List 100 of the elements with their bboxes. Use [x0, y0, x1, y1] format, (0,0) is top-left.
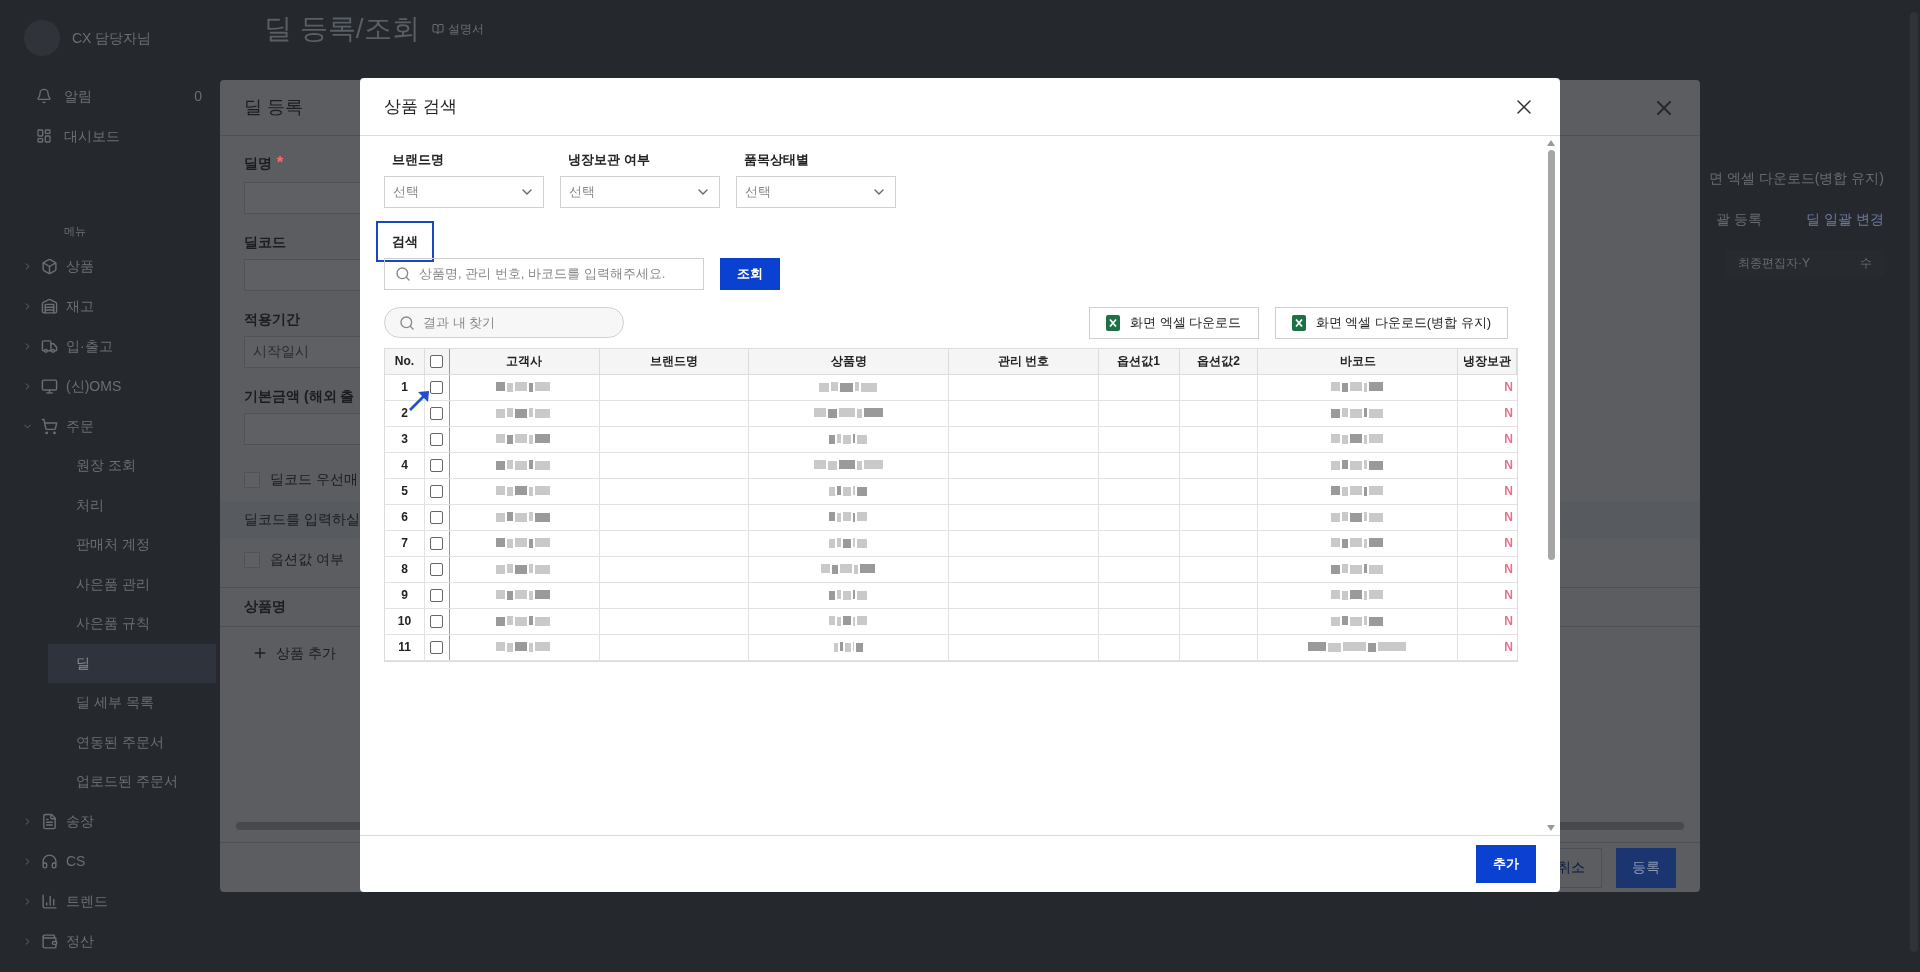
table-cell-text: N — [1504, 561, 1513, 578]
register-button[interactable]: 등록 — [1616, 847, 1676, 888]
column-header: No. — [394, 353, 415, 370]
redacted-text — [813, 459, 884, 471]
column-header: 최종편집자·Y — [1738, 255, 1810, 272]
redacted-text — [833, 641, 864, 653]
add-product-button[interactable]: 상품 추가 — [252, 642, 336, 664]
search-button[interactable]: 조회 — [720, 257, 780, 290]
bulk-change-button[interactable]: 딜 일괄 변경 — [1806, 209, 1884, 230]
menu-heading: 메뉴 — [63, 224, 87, 239]
redacted-text — [1330, 589, 1385, 601]
sidebar-subitem[interactable]: 처리 — [48, 485, 216, 525]
cart-icon — [41, 417, 58, 435]
excel-download-button[interactable]: 면 엑셀 다운로드(병합 유지) — [1709, 168, 1884, 189]
redacted-text — [1330, 615, 1385, 627]
excel-download-button[interactable]: 화면 엑셀 다운로드 — [1089, 306, 1259, 339]
row-checkbox[interactable] — [430, 380, 444, 394]
sidebar-item[interactable]: 알림 0 — [0, 76, 220, 116]
user-name: CX 담당자님 — [72, 28, 152, 48]
table-cell-text: N — [1504, 535, 1513, 552]
redacted-text — [1330, 563, 1385, 575]
wallet-icon — [41, 933, 58, 950]
redacted-text — [496, 615, 553, 627]
select-field[interactable]: 선택 — [384, 175, 544, 208]
sidebar-subitem[interactable]: 원장 조회 — [48, 446, 216, 486]
table-cell-text: N — [1504, 639, 1513, 656]
search-field[interactable]: 상품명, 관리 번호, 바코드를 입력해주세요. — [384, 257, 704, 290]
redacted-text — [828, 485, 869, 497]
add-button[interactable]: 추가 — [1476, 845, 1536, 883]
row-number: 6 — [401, 509, 408, 526]
row-checkbox[interactable] — [430, 432, 444, 446]
sidebar-item[interactable]: 송장 — [0, 801, 220, 842]
column-header: 수 — [1860, 255, 1872, 272]
row-number: 2 — [401, 405, 408, 422]
row-number: 7 — [401, 535, 408, 552]
page-title: 딜 등록/조회 — [264, 12, 420, 46]
checkbox-label: 옵션값 여부 — [270, 550, 344, 569]
sidebar-item[interactable]: 주문 — [0, 406, 220, 446]
bulk-register-button[interactable]: 괄 등록 — [1716, 209, 1763, 230]
monitor-icon — [41, 377, 58, 395]
manual-link[interactable]: 설명서 — [431, 20, 484, 38]
row-checkbox[interactable] — [430, 484, 444, 498]
sidebar-item[interactable]: 대시보드 — [0, 116, 220, 156]
row-number: 8 — [401, 561, 408, 578]
sidebar-item[interactable]: 재고 — [0, 286, 220, 326]
headset-icon — [41, 853, 58, 870]
row-checkbox[interactable] — [430, 640, 444, 654]
sidebar-subitem[interactable]: 연동된 주문서 — [48, 722, 216, 762]
table-cell-text: N — [1504, 379, 1513, 396]
select-all-checkbox[interactable] — [430, 354, 444, 368]
row-checkbox[interactable] — [430, 588, 444, 602]
sidebar-subitem[interactable]: 사은품 규칙 — [48, 604, 216, 644]
sidebar-item[interactable]: 상품 — [0, 246, 220, 286]
modal-title: 상품 검색 — [384, 95, 457, 118]
sidebar-subitem[interactable]: 판매처 계정 — [48, 525, 216, 565]
row-checkbox[interactable] — [430, 406, 444, 420]
sidebar-item[interactable]: (신)OMS — [0, 366, 220, 406]
row-checkbox[interactable] — [430, 536, 444, 550]
select-field[interactable]: 선택 — [736, 175, 896, 208]
column-header: 관리 번호 — [997, 353, 1050, 370]
redacted-text — [496, 459, 553, 471]
row-checkbox[interactable] — [430, 458, 444, 472]
column-header: 브랜드명 — [650, 353, 698, 370]
sidebar-item[interactable]: 트렌드 — [0, 881, 220, 922]
filter-label: 품목상태별 — [743, 151, 809, 169]
redacted-text — [496, 537, 553, 549]
warehouse-icon — [41, 297, 58, 315]
table-cell-text: N — [1504, 431, 1513, 448]
row-number: 11 — [398, 639, 411, 656]
excel-download-button[interactable]: 화면 엑셀 다운로드(병합 유지) — [1274, 306, 1508, 339]
field-label: 적용기간 — [244, 309, 300, 329]
column-header: 상품명 — [830, 353, 867, 370]
row-checkbox[interactable] — [430, 510, 444, 524]
redacted-text — [1330, 433, 1385, 445]
sidebar-subitem[interactable]: 딜 — [48, 643, 216, 683]
redacted-text — [820, 563, 877, 575]
sidebar-subitem[interactable]: 사은품 관리 — [48, 564, 216, 604]
sidebar-subitem[interactable]: 업로드된 주문서 — [48, 762, 216, 802]
sidebar-subitem[interactable]: 딜 세부 목록 — [48, 683, 216, 723]
row-number: 1 — [401, 379, 408, 396]
count: 0 — [194, 86, 202, 106]
row-checkbox[interactable] — [430, 614, 444, 628]
checkbox-label: 딜코드 우선매 — [270, 470, 358, 489]
redacted-text — [1330, 485, 1385, 497]
filter-label: 냉장보관 여부 — [567, 151, 650, 169]
sidebar-item[interactable]: 입·출고 — [0, 326, 220, 366]
arrow-icon — [409, 388, 431, 411]
result-search-field[interactable]: 결과 내 찾기 — [384, 307, 624, 338]
row-number: 10 — [397, 613, 412, 630]
redacted-text — [496, 381, 553, 393]
row-checkbox[interactable] — [430, 562, 444, 576]
sidebar-item[interactable]: CS — [0, 841, 220, 882]
redacted-text — [496, 563, 553, 575]
column-header: 고객사 — [506, 353, 543, 370]
column-header: 옵션값1 — [1117, 353, 1160, 370]
table-cell-text: N — [1504, 405, 1513, 422]
row-number: 9 — [401, 587, 408, 604]
book-icon — [431, 23, 444, 35]
sidebar-item[interactable]: 정산 — [0, 921, 220, 962]
select-field[interactable]: 선택 — [560, 175, 720, 208]
